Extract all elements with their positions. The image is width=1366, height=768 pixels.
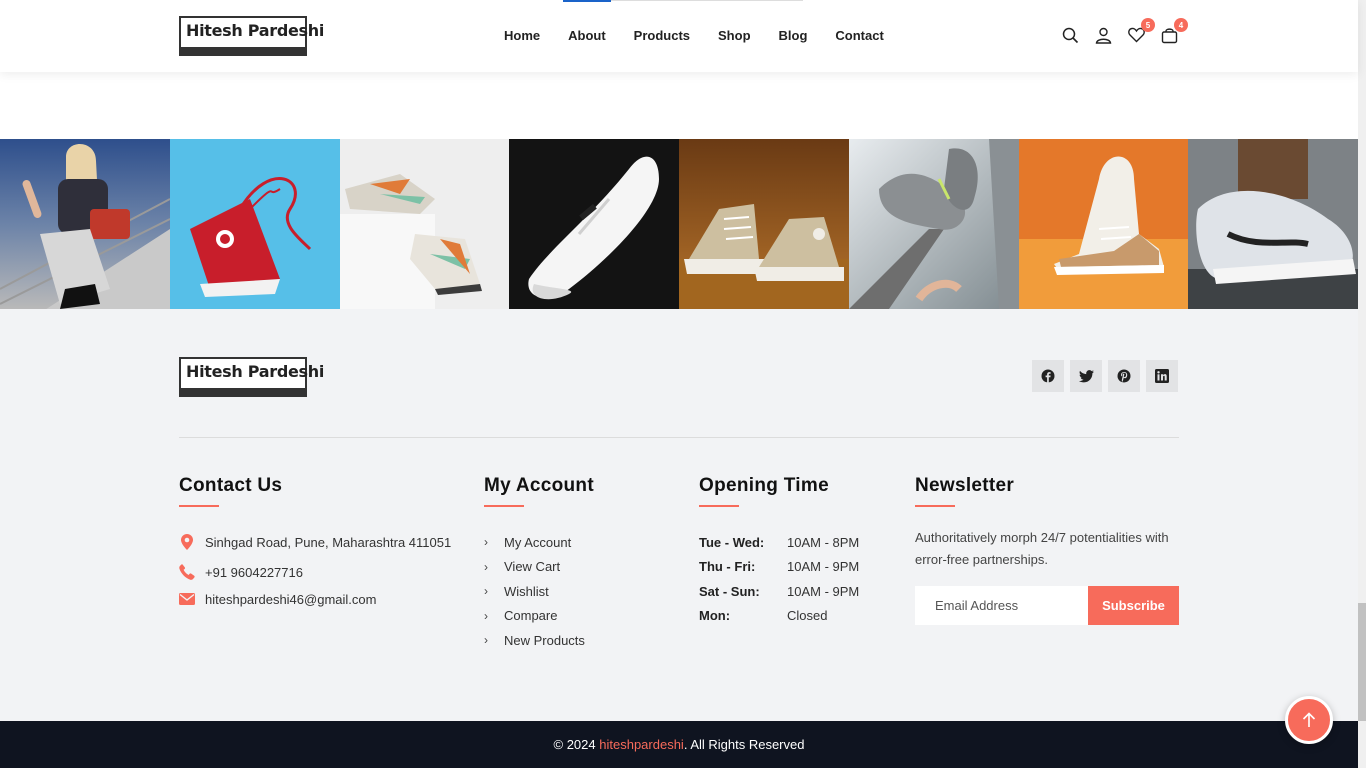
site-logo[interactable]: Hitesh Pardeshi (179, 16, 324, 56)
account-link-label: View Cart (504, 559, 561, 575)
opening-hours: 10AM - 9PM (787, 583, 860, 599)
chevron-right-icon: › (484, 608, 488, 623)
chevron-right-icon: › (484, 559, 488, 574)
phone-icon (179, 564, 195, 580)
account-link-view-cart[interactable]: › View Cart (484, 555, 585, 580)
account-title-underline (484, 505, 524, 507)
social-links (1032, 360, 1184, 392)
site-footer: Hitesh Pardeshi Contact Us Sinhgad Road,… (0, 309, 1358, 721)
envelope-icon (179, 591, 195, 607)
arrow-up-icon (1302, 712, 1316, 727)
contact-email-text[interactable]: hiteshpardeshi46@gmail.com (205, 592, 376, 607)
copyright-brand-link[interactable]: hiteshpardeshi (599, 737, 684, 752)
gallery-image-running-shoe[interactable] (1188, 139, 1358, 309)
account-link-label: My Account (504, 534, 572, 550)
newsletter-title-underline (915, 505, 955, 507)
opening-hours: 10AM - 8PM (787, 534, 860, 550)
logo-text: Hitesh Pardeshi (186, 21, 325, 40)
twitter-icon[interactable] (1070, 360, 1102, 392)
contact-address: Sinhgad Road, Pune, Maharashtra 411051 (179, 534, 451, 550)
opening-row: Mon: Closed (699, 604, 859, 629)
contact-title: Contact Us (179, 475, 283, 496)
account-link-my-account[interactable]: › My Account (484, 530, 585, 555)
search-icon[interactable] (1060, 24, 1080, 46)
chevron-right-icon: › (484, 584, 488, 599)
opening-day: Sat - Sun: (699, 583, 760, 599)
location-pin-icon (179, 534, 195, 550)
scrollbar-thumb[interactable] (1358, 603, 1366, 721)
contact-title-underline (179, 505, 219, 507)
copyright-bar: © 2024 hiteshpardeshi. All Rights Reserv… (0, 721, 1358, 768)
account-links: › My Account › View Cart › Wishlist › Compar… (484, 530, 585, 653)
pinterest-icon[interactable] (1108, 360, 1140, 392)
nav-products[interactable]: Products (634, 28, 690, 43)
gallery-image-sneaker-girl[interactable] (0, 139, 170, 309)
opening-row: Thu - Fri: 10AM - 9PM (699, 555, 859, 580)
nav-blog[interactable]: Blog (779, 28, 808, 43)
gallery-image-knit-sneaker[interactable] (848, 139, 1019, 309)
subscribe-button[interactable]: Subscribe (1088, 586, 1179, 625)
nav-home[interactable]: Home (504, 28, 540, 43)
wishlist-heart-icon[interactable]: 5 (1126, 18, 1155, 46)
gallery-image-white-sneaker-black[interactable] (509, 139, 679, 309)
linkedin-icon[interactable] (1146, 360, 1178, 392)
user-icon[interactable] (1093, 24, 1113, 46)
contact-phone: +91 9604227716 (179, 564, 303, 580)
chevron-right-icon: › (484, 535, 488, 550)
opening-day: Tue - Wed: (699, 534, 765, 550)
cart-bag-icon[interactable]: 4 (1159, 18, 1188, 46)
header-progress-line (563, 0, 803, 2)
account-link-compare[interactable]: › Compare (484, 604, 585, 629)
main-nav: Home About Products Shop Blog Contact (504, 28, 912, 43)
newsletter-description: Authoritatively morph 24/7 potentialitie… (915, 530, 1169, 567)
facebook-icon[interactable] (1032, 360, 1064, 392)
header-actions: 5 4 (1060, 18, 1192, 46)
copyright-prefix: © 2024 (553, 737, 600, 752)
newsletter-form: Subscribe (915, 586, 1179, 625)
account-link-label: Wishlist (504, 583, 549, 599)
page-scrollbar[interactable] (1358, 0, 1366, 768)
newsletter-email-input[interactable] (915, 586, 1088, 625)
gallery-image-colorful-sneakers[interactable] (339, 139, 510, 309)
contact-phone-text[interactable]: +91 9604227716 (205, 565, 303, 580)
cart-count-badge: 4 (1174, 18, 1188, 32)
gallery-image-red-hightop[interactable] (169, 139, 340, 309)
gallery-image-canvas-sneakers[interactable] (679, 139, 849, 309)
newsletter-title: Newsletter (915, 475, 1015, 496)
account-title: My Account (484, 475, 594, 496)
account-link-label: Compare (504, 608, 558, 624)
opening-title: Opening Time (699, 475, 829, 496)
site-header: Hitesh Pardeshi Home About Products Shop… (0, 0, 1358, 72)
back-to-top-button[interactable] (1285, 696, 1333, 744)
header-progress-active (563, 0, 611, 2)
footer-logo-text: Hitesh Pardeshi (186, 362, 325, 381)
copyright-suffix: . All Rights Reserved (683, 737, 805, 752)
footer-logo[interactable]: Hitesh Pardeshi (179, 357, 324, 397)
logo-bar (181, 47, 305, 54)
footer-logo-bar (181, 388, 305, 395)
opening-hours-table: Tue - Wed: 10AM - 8PM Thu - Fri: 10AM - 9P… (699, 530, 859, 628)
opening-row: Sat - Sun: 10AM - 9PM (699, 579, 859, 604)
nav-shop[interactable]: Shop (718, 28, 751, 43)
footer-divider (179, 437, 1179, 438)
contact-address-text: Sinhgad Road, Pune, Maharashtra 411051 (205, 534, 452, 550)
wishlist-count-badge: 5 (1141, 18, 1155, 32)
contact-email: hiteshpardeshi46@gmail.com (179, 591, 376, 607)
opening-title-underline (699, 505, 739, 507)
chevron-right-icon: › (484, 633, 488, 648)
nav-contact[interactable]: Contact (835, 28, 883, 43)
instagram-gallery (0, 139, 1358, 309)
gallery-image-white-sneaker-orange[interactable] (1018, 139, 1189, 309)
account-link-wishlist[interactable]: › Wishlist (484, 579, 585, 604)
opening-row: Tue - Wed: 10AM - 8PM (699, 530, 859, 555)
opening-day: Mon: (699, 608, 731, 624)
account-link-new-products[interactable]: › New Products (484, 628, 585, 653)
opening-hours: 10AM - 9PM (787, 559, 860, 575)
opening-day: Thu - Fri: (699, 559, 756, 575)
nav-about[interactable]: About (568, 28, 606, 43)
opening-hours: Closed (787, 608, 828, 624)
account-link-label: New Products (504, 632, 585, 648)
